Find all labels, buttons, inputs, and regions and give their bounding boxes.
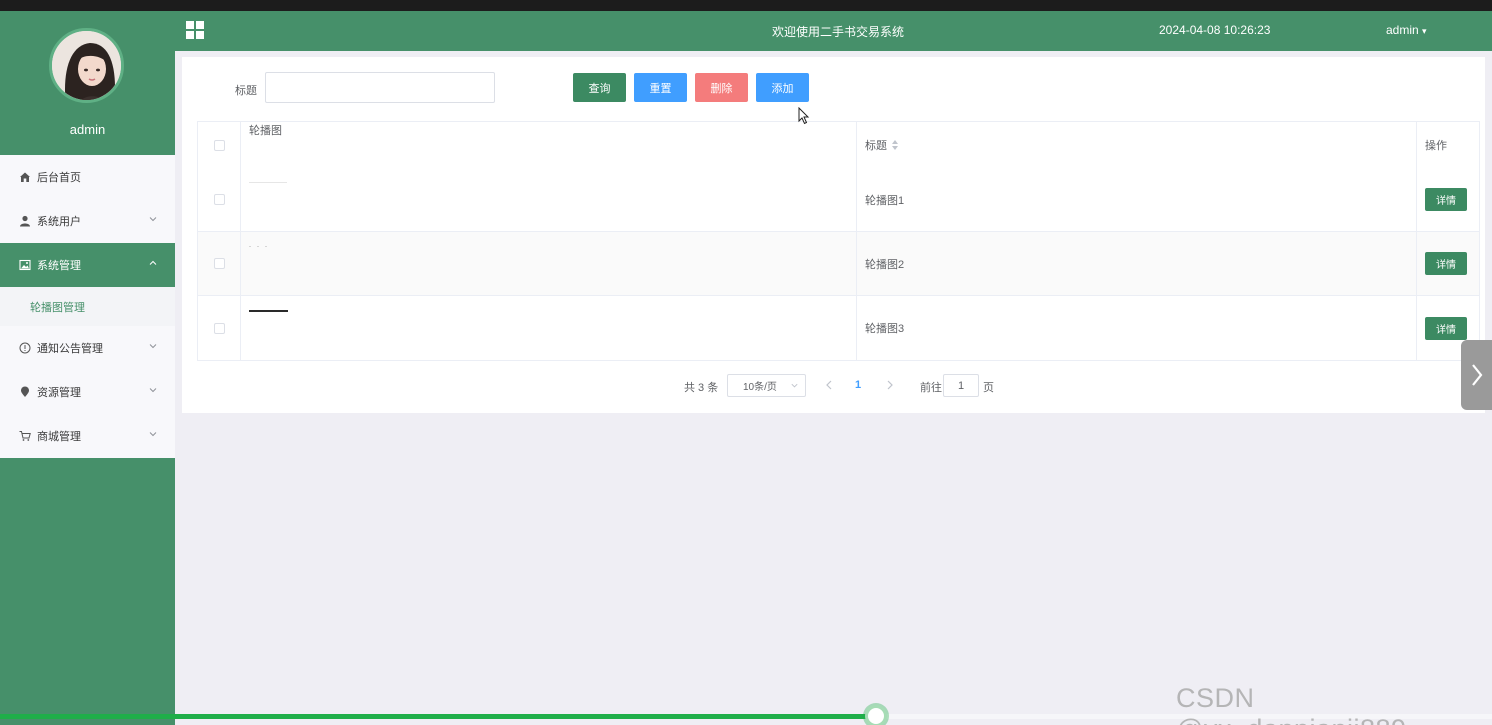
sidebar-item-label: 商城管理 <box>37 431 81 443</box>
next-slide-button[interactable] <box>1461 340 1492 410</box>
cart-icon <box>18 430 31 443</box>
sidebar-item-home[interactable]: 后台首页 <box>0 155 175 199</box>
column-header-title-label: 标题 <box>865 140 887 152</box>
user-dropdown[interactable]: admin ▾ <box>1386 23 1427 37</box>
page-size-select[interactable]: 10条/页 <box>727 374 806 397</box>
column-header-image-label: 轮播图 <box>249 125 282 137</box>
sidebar-item-mall-management[interactable]: 商城管理 <box>0 414 175 458</box>
sidebar-item-system-management[interactable]: 系统管理 <box>0 243 175 287</box>
user-icon <box>18 215 31 228</box>
column-header-image: 轮播图 <box>241 122 857 168</box>
carousel-thumbnail[interactable] <box>249 310 288 312</box>
goto-page-input[interactable] <box>943 374 979 397</box>
goto-unit: 页 <box>983 382 994 394</box>
query-button[interactable]: 查询 <box>573 73 626 102</box>
search-title-input[interactable] <box>265 72 495 103</box>
picture-icon <box>18 259 31 272</box>
sidebar-item-notice-management[interactable]: 通知公告管理 <box>0 326 175 370</box>
sidebar-item-system-users[interactable]: 系统用户 <box>0 199 175 243</box>
next-page-icon[interactable] <box>884 378 896 392</box>
profile-username: admin <box>69 122 106 137</box>
table-row: 轮播图1 详情 <box>198 168 1479 232</box>
chevron-down-icon <box>149 388 157 393</box>
detail-button[interactable]: 详情 <box>1425 252 1467 275</box>
sidebar-subitem-carousel-management[interactable]: 轮播图管理 <box>0 287 175 326</box>
caret-down-icon: ▾ <box>1422 26 1427 36</box>
column-header-action-label: 操作 <box>1425 140 1447 152</box>
sidebar-item-resource-management[interactable]: 资源管理 <box>0 370 175 414</box>
home-icon <box>18 171 31 184</box>
row-checkbox-cell <box>198 168 241 231</box>
sidebar-item-label: 系统管理 <box>37 260 81 272</box>
carousel-image-cell <box>241 168 857 231</box>
info-icon <box>18 342 31 355</box>
sidebar-item-label: 资源管理 <box>37 387 81 399</box>
top-header: 欢迎使用二手书交易系统 2024-04-08 10:26:23 admin ▾ <box>175 11 1492 51</box>
table-body: 轮播图1 详情 轮播图2 详情 轮播图3 详情 <box>198 168 1479 360</box>
column-header-title[interactable]: 标题 <box>857 122 1417 168</box>
sidebar-item-label: 后台首页 <box>37 172 81 184</box>
avatar <box>49 28 124 103</box>
chevron-down-icon <box>149 217 157 222</box>
user-dropdown-label: admin <box>1386 23 1419 37</box>
carousel-image-cell <box>241 232 857 295</box>
table-row: 轮播图3 详情 <box>198 296 1479 360</box>
sidebar-profile: admin <box>0 11 175 155</box>
detail-button[interactable]: 详情 <box>1425 188 1467 211</box>
header-title: 欢迎使用二手书交易系统 <box>771 25 904 39</box>
detail-button[interactable]: 详情 <box>1425 316 1467 340</box>
page-number-current[interactable]: 1 <box>855 379 861 391</box>
chevron-down-icon <box>791 383 798 388</box>
chevron-up-icon <box>149 260 157 265</box>
window-top-strip <box>0 0 1492 11</box>
action-cell: 详情 <box>1417 168 1479 231</box>
title-cell: 轮播图3 <box>857 296 1417 360</box>
pagination-total: 共 3 条 <box>684 382 719 394</box>
header-checkbox-cell <box>198 122 241 168</box>
sort-icon[interactable] <box>892 140 899 150</box>
video-progress-fill <box>0 714 876 719</box>
carousel-table: 轮播图 标题 操作 轮播图1 详情 轮播图2 详情 轮播图3 详情 <box>197 121 1480 361</box>
select-all-checkbox[interactable] <box>213 139 225 151</box>
chevron-down-icon <box>149 344 157 349</box>
search-title-label: 标题 <box>235 85 257 97</box>
row-checkbox[interactable] <box>213 194 225 205</box>
chevron-right-icon <box>1471 364 1482 386</box>
row-checkbox[interactable] <box>213 258 225 269</box>
action-cell: 详情 <box>1417 232 1479 295</box>
prev-page-icon[interactable] <box>823 378 835 392</box>
row-checkbox[interactable] <box>213 322 225 334</box>
header-datetime: 2024-04-08 10:26:23 <box>1159 23 1271 37</box>
sidebar-menu: 后台首页 系统用户 系统管理 轮播图管理 通知公告管理 资源管理 商城管理 <box>0 155 175 458</box>
mouse-cursor-icon <box>798 107 810 125</box>
goto-label: 前往 <box>920 382 942 394</box>
title-cell: 轮播图2 <box>857 232 1417 295</box>
sidebar: admin 后台首页 系统用户 系统管理 轮播图管理 通知公告管理 资源管理 商… <box>0 11 175 725</box>
page-size-value: 10条/页 <box>743 382 777 393</box>
row-checkbox-cell <box>198 296 241 360</box>
content-card: 标题 查询 重置 删除 添加 轮播图 标题 操作 轮播图1 详情 轮播图2 详情… <box>182 57 1485 413</box>
carousel-thumbnail[interactable] <box>249 182 287 183</box>
reset-button[interactable]: 重置 <box>634 73 687 102</box>
column-header-action: 操作 <box>1417 122 1479 168</box>
watermark-text: CSDN @vx_danpianji889 <box>1176 683 1406 725</box>
table-header: 轮播图 标题 操作 <box>198 122 1479 168</box>
table-header-row: 轮播图 标题 操作 <box>198 122 1479 168</box>
title-cell: 轮播图1 <box>857 168 1417 231</box>
chevron-down-icon <box>149 432 157 437</box>
add-button[interactable]: 添加 <box>756 73 809 102</box>
sidebar-item-label: 通知公告管理 <box>37 343 103 355</box>
delete-button[interactable]: 删除 <box>695 73 748 102</box>
pagination: 共 3 条 10条/页 1 前往 页 <box>182 374 1485 398</box>
location-icon <box>18 386 31 399</box>
carousel-thumbnail[interactable] <box>249 246 271 247</box>
table-row: 轮播图2 详情 <box>198 232 1479 296</box>
sidebar-item-label: 系统用户 <box>37 216 81 228</box>
row-checkbox-cell <box>198 232 241 295</box>
main-content: 标题 查询 重置 删除 添加 轮播图 标题 操作 轮播图1 详情 轮播图2 详情… <box>175 51 1492 725</box>
carousel-image-cell <box>241 296 857 360</box>
video-progress-handle[interactable] <box>865 705 887 725</box>
